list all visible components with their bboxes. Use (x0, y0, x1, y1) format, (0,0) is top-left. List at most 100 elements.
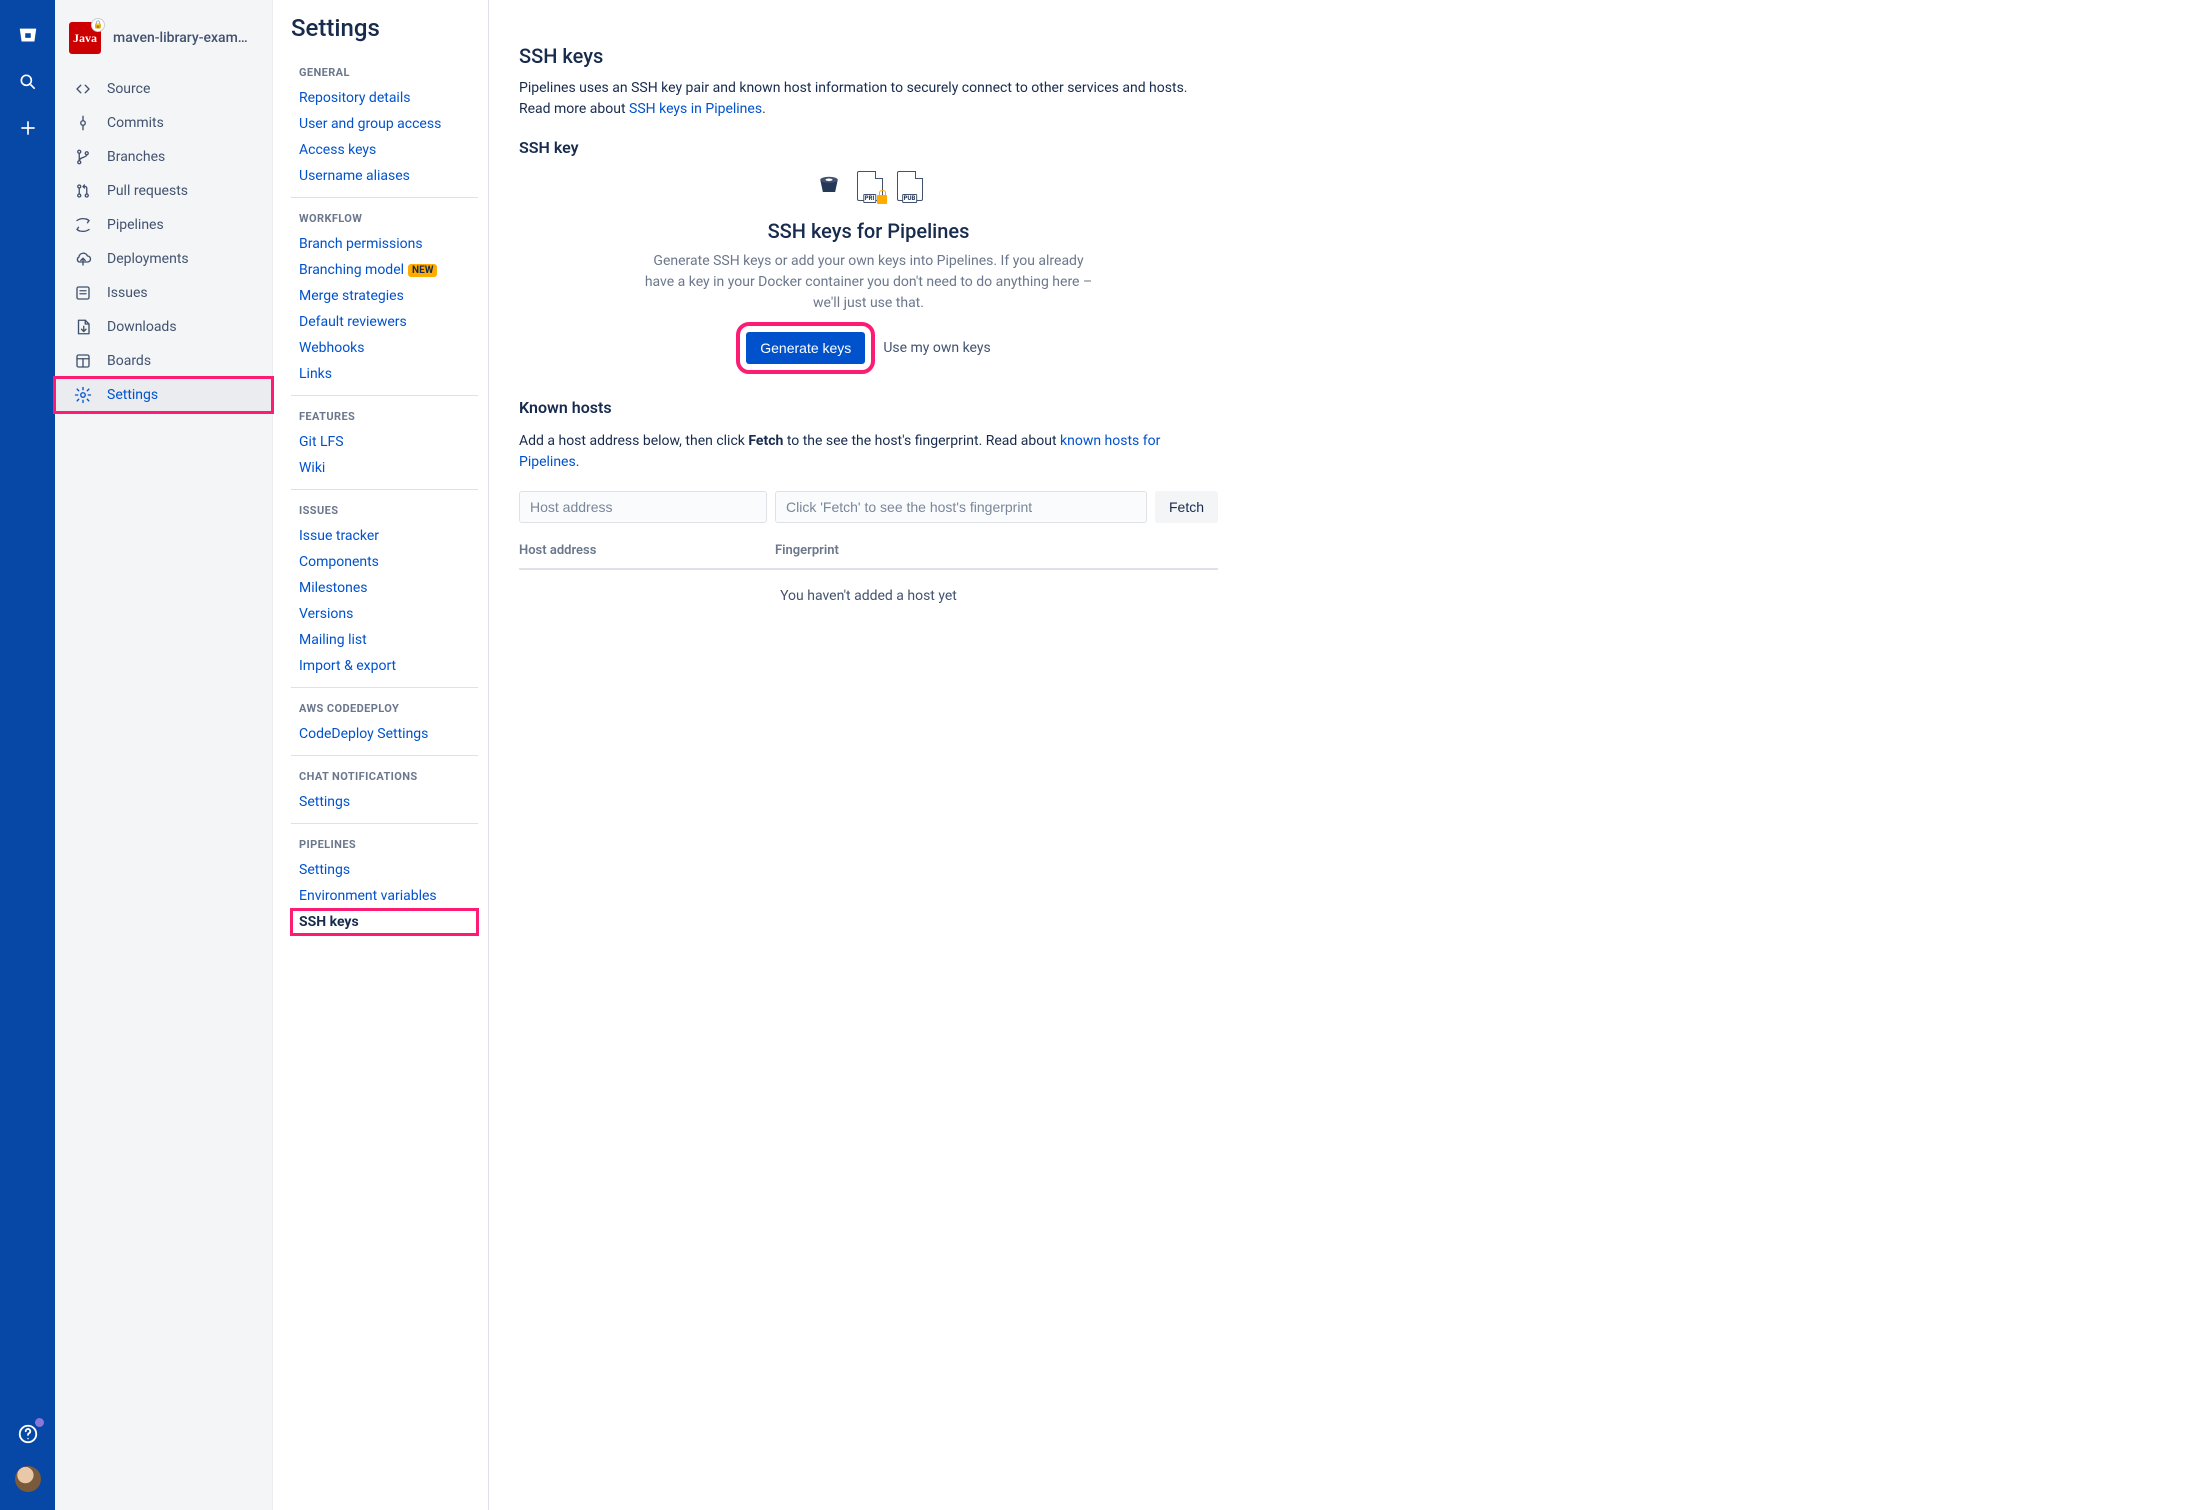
settings-item-settings[interactable]: Settings (291, 789, 478, 815)
lock-icon (877, 195, 887, 204)
use-own-keys-link[interactable]: Use my own keys (883, 340, 990, 356)
repo-nav-pipelines[interactable]: Pipelines (55, 208, 272, 242)
settings-item-components[interactable]: Components (291, 549, 478, 575)
settings-group-title: PIPELINES (291, 834, 478, 857)
repo-nav-downloads[interactable]: Downloads (55, 310, 272, 344)
generate-keys-button[interactable]: Generate keys (746, 332, 865, 364)
repo-logo: Java 🔒 (69, 22, 101, 54)
settings-item-label: Components (299, 554, 379, 570)
settings-item-label: Environment variables (299, 888, 437, 904)
repo-nav-label: Boards (107, 353, 151, 369)
repo-nav-settings[interactable]: Settings (55, 378, 272, 412)
settings-item-label: Import & export (299, 658, 396, 674)
search-icon[interactable] (14, 68, 42, 96)
repo-nav-label: Downloads (107, 319, 177, 335)
settings-item-access-keys[interactable]: Access keys (291, 137, 478, 163)
settings-title: Settings (291, 14, 478, 42)
repo-nav-commits[interactable]: Commits (55, 106, 272, 140)
global-rail (0, 0, 55, 1510)
settings-item-repository-details[interactable]: Repository details (291, 85, 478, 111)
bucket-icon (815, 171, 843, 199)
ssh-keys-docs-link[interactable]: SSH keys in Pipelines (629, 101, 762, 117)
repo-nav-issues[interactable]: Issues (55, 276, 272, 310)
public-key-file-icon: PUB (897, 171, 923, 201)
settings-item-label: Webhooks (299, 340, 365, 356)
settings-item-label: User and group access (299, 116, 441, 132)
repo-nav-label: Pipelines (107, 217, 164, 233)
settings-item-milestones[interactable]: Milestones (291, 575, 478, 601)
settings-item-label: Branch permissions (299, 236, 423, 252)
pr-icon (73, 182, 93, 200)
main-content: SSH keys Pipelines uses an SSH key pair … (488, 0, 1248, 1510)
repo-nav-label: Issues (107, 285, 148, 301)
settings-item-merge-strategies[interactable]: Merge strategies (291, 283, 478, 309)
settings-item-mailing-list[interactable]: Mailing list (291, 627, 478, 653)
settings-item-branching-model[interactable]: Branching model NEW (291, 257, 478, 283)
repo-nav-label: Settings (107, 387, 158, 403)
settings-item-links[interactable]: Links (291, 361, 478, 387)
settings-item-label: Settings (299, 794, 350, 810)
pipelines-ssh-desc: Generate SSH keys or add your own keys i… (639, 251, 1099, 314)
settings-item-webhooks[interactable]: Webhooks (291, 335, 478, 361)
settings-item-label: Links (299, 366, 332, 382)
settings-item-label: Branching model (299, 262, 404, 278)
settings-item-label: Mailing list (299, 632, 367, 648)
repo-nav-label: Branches (107, 149, 165, 165)
user-avatar[interactable] (15, 1466, 41, 1492)
known-hosts-intro: Add a host address below, then click Fet… (519, 431, 1218, 473)
settings-item-user-and-group-access[interactable]: User and group access (291, 111, 478, 137)
fetch-button[interactable]: Fetch (1155, 491, 1218, 523)
settings-item-label: Merge strategies (299, 288, 404, 304)
settings-item-git-lfs[interactable]: Git LFS (291, 429, 478, 455)
cloud-icon (73, 250, 93, 268)
known-hosts-table-header: Host address Fingerprint (519, 543, 1218, 570)
settings-group-title: ISSUES (291, 500, 478, 523)
settings-item-codedeploy-settings[interactable]: CodeDeploy Settings (291, 721, 478, 747)
repo-nav-source[interactable]: Source (55, 72, 272, 106)
lock-icon: 🔒 (93, 20, 103, 29)
gear-icon (73, 386, 93, 404)
repo-nav-boards[interactable]: Boards (55, 344, 272, 378)
known-hosts-empty: You haven't added a host yet (519, 570, 1218, 622)
settings-item-label: Git LFS (299, 434, 344, 450)
settings-item-ssh-keys[interactable]: SSH keys (291, 909, 478, 935)
host-address-input[interactable] (519, 491, 767, 523)
commit-icon (73, 114, 93, 132)
settings-item-label: Versions (299, 606, 353, 622)
repo-header[interactable]: Java 🔒 maven-library-exam… (55, 22, 272, 72)
help-icon[interactable] (14, 1420, 42, 1448)
settings-item-environment-variables[interactable]: Environment variables (291, 883, 478, 909)
settings-group-title: AWS CODEDEPLOY (291, 698, 478, 721)
settings-item-default-reviewers[interactable]: Default reviewers (291, 309, 478, 335)
repo-nav-branches[interactable]: Branches (55, 140, 272, 174)
notification-dot (35, 1418, 44, 1427)
settings-item-username-aliases[interactable]: Username aliases (291, 163, 478, 189)
add-icon[interactable] (14, 114, 42, 142)
code-icon (73, 80, 93, 98)
settings-group-title: WORKFLOW (291, 208, 478, 231)
issue-icon (73, 284, 93, 302)
settings-item-label: Username aliases (299, 168, 410, 184)
settings-item-label: Issue tracker (299, 528, 379, 544)
settings-item-versions[interactable]: Versions (291, 601, 478, 627)
new-badge: NEW (408, 264, 437, 277)
settings-item-label: Repository details (299, 90, 410, 106)
settings-item-settings[interactable]: Settings (291, 857, 478, 883)
settings-item-issue-tracker[interactable]: Issue tracker (291, 523, 478, 549)
settings-item-label: CodeDeploy Settings (299, 726, 428, 742)
settings-item-label: Milestones (299, 580, 368, 596)
bitbucket-logo-icon[interactable] (14, 22, 42, 50)
settings-item-wiki[interactable]: Wiki (291, 455, 478, 481)
settings-group-title: GENERAL (291, 62, 478, 85)
fingerprint-input[interactable] (775, 491, 1147, 523)
settings-item-import-export[interactable]: Import & export (291, 653, 478, 679)
repo-nav-deployments[interactable]: Deployments (55, 242, 272, 276)
repo-sidebar: Java 🔒 maven-library-exam… Source Commits… (55, 0, 273, 1510)
settings-item-branch-permissions[interactable]: Branch permissions (291, 231, 478, 257)
repo-nav-pull-requests[interactable]: Pull requests (55, 174, 272, 208)
board-icon (73, 352, 93, 370)
pipelines-ssh-heading: SSH keys for Pipelines (519, 219, 1218, 243)
ssh-illustration: PRI PUB (519, 171, 1218, 201)
pipeline-icon (73, 216, 93, 234)
repo-nav-label: Commits (107, 115, 164, 131)
